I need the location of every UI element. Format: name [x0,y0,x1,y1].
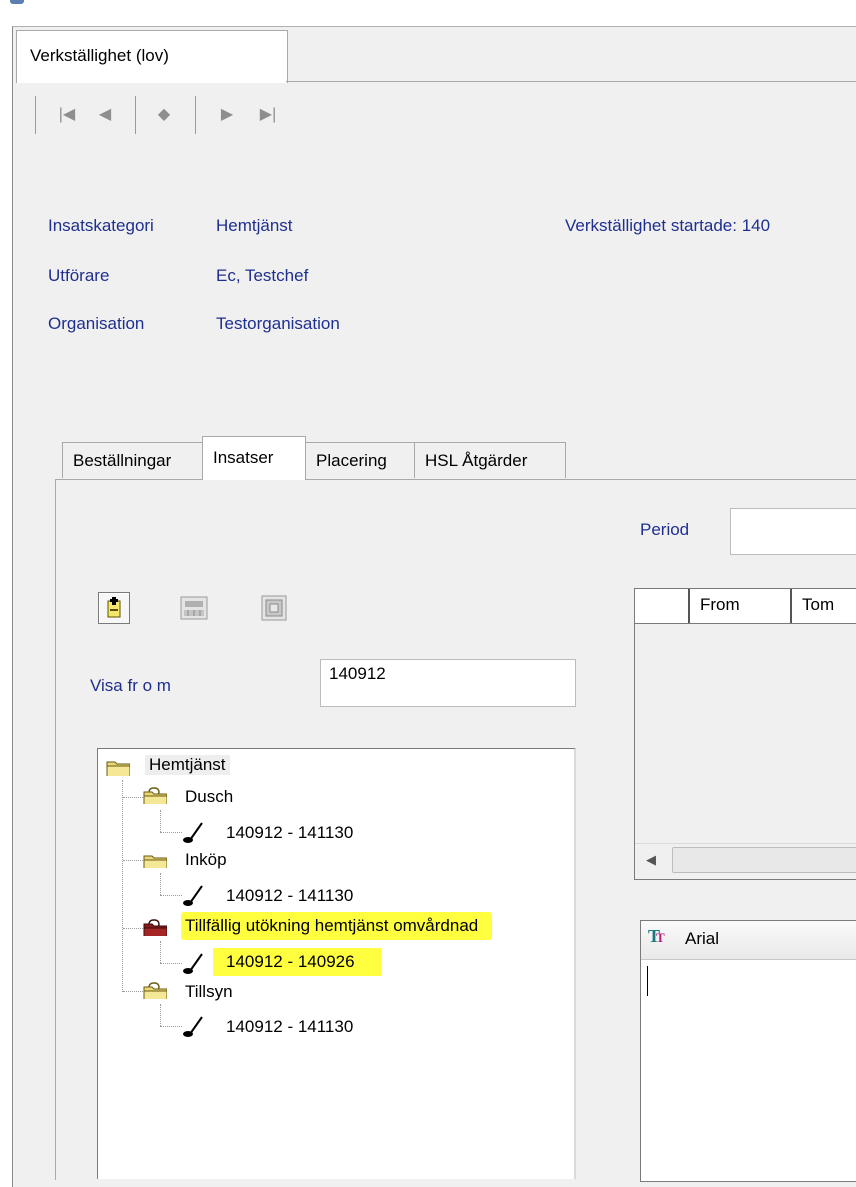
tab-insatser-label: Insatser [213,448,274,467]
tab-hsl-atgarder[interactable]: HSL Åtgärder [414,442,566,478]
tree-connector [123,797,143,799]
nav-separator [195,96,196,134]
truetype-icon: TT [648,926,665,946]
editor-toolbar [641,921,856,960]
scroll-thumb[interactable] [672,847,856,873]
copy-button[interactable] [258,592,290,624]
insats-leaf-icon [183,885,203,906]
tab-placering-label: Placering [316,451,387,470]
insats-leaf-icon [183,953,203,974]
tree-connector [123,991,143,993]
record-navigation-bar [18,85,856,145]
folder-locked-icon [143,982,167,999]
folder-locked-icon [143,787,167,804]
tree-connector [160,1026,182,1028]
editor-caret [647,966,648,996]
tree-connector [122,780,124,992]
insatskategori-value: Hemtjänst [216,216,293,235]
folder-locked-icon [143,919,167,936]
grid-header-selector[interactable] [636,589,688,623]
copy-icon [261,595,287,621]
tab-strip-line [286,81,856,82]
add-icon [107,597,121,618]
tree-item-range[interactable]: 140912 - 141130 [226,823,353,843]
tab-insatser[interactable]: Insatser [202,436,306,480]
tree-connector [160,873,162,895]
tree-connector [123,928,143,930]
tab-bestallningar[interactable]: Beställningar [62,442,203,478]
nav-current-icon[interactable]: ◆ [152,100,176,130]
tab-bestallningar-label: Beställningar [73,451,172,470]
utforare-label: Utförare [48,266,110,285]
insats-leaf-icon [183,1016,203,1037]
tree-connector [160,1004,162,1026]
verkstallighet-started: Verkställighet startade: 140 [565,216,771,235]
tree-connector [160,941,162,963]
tree-item-range[interactable]: 140912 - 141130 [226,886,353,906]
tree-item-label[interactable]: Inköp [185,850,227,870]
tree-connector [160,810,162,832]
nav-separator [135,96,136,134]
tree-root-hemtjanst[interactable]: Hemtjänst [145,755,230,775]
period-label: Period [640,520,690,539]
grid-header-from[interactable]: From [688,589,790,623]
folder-icon [106,761,130,776]
app-icon [10,0,24,4]
nav-last-icon[interactable]: ▶| [256,100,280,130]
tree-item-range[interactable]: 140912 - 141130 [226,1017,353,1037]
tree-connector [160,963,182,965]
keyboard-icon [180,596,208,620]
nav-separator [35,96,36,134]
insats-leaf-icon [183,822,203,843]
tab-verkstallighet-label: Verkställighet (lov) [30,46,169,65]
organisation-value: Testorganisation [216,314,340,333]
tab-placering[interactable]: Placering [305,442,415,478]
add-button[interactable] [98,592,130,624]
utforare-value: Ec, Testchef [216,266,309,285]
scroll-left-icon[interactable]: ◀ [641,848,661,872]
tree-item-label[interactable]: Tillsyn [185,982,233,1002]
visa-from-input[interactable]: 140912 [320,659,576,707]
visa-from-label: Visa fr o m [90,676,171,695]
editor-font-name[interactable]: Arial [685,929,719,949]
period-input[interactable] [730,508,856,555]
tree-connector [123,860,143,862]
keyboard-button[interactable] [178,592,210,624]
nav-first-icon[interactable]: |◀ [55,100,79,130]
nav-next-icon[interactable]: ▶ [215,100,239,130]
tab-hsl-atgarder-label: HSL Åtgärder [425,451,528,470]
organisation-label: Organisation [48,314,145,333]
folder-icon [143,855,167,868]
tree-item-range-highlighted[interactable]: 140912 - 140926 [213,948,381,976]
tree-item-label[interactable]: Dusch [185,787,233,807]
top-strip [0,0,856,10]
grid-header-tom[interactable]: Tom [790,589,856,623]
tree-connector [160,895,182,897]
nav-prev-icon[interactable]: ◀ [93,100,117,130]
tree-item-label-highlighted[interactable]: Tillfällig utökning hemtjänst omvårdnad [181,912,493,940]
tree-connector [160,832,182,834]
period-grid[interactable] [634,588,856,880]
insatskategori-label: Insatskategori [48,216,154,235]
